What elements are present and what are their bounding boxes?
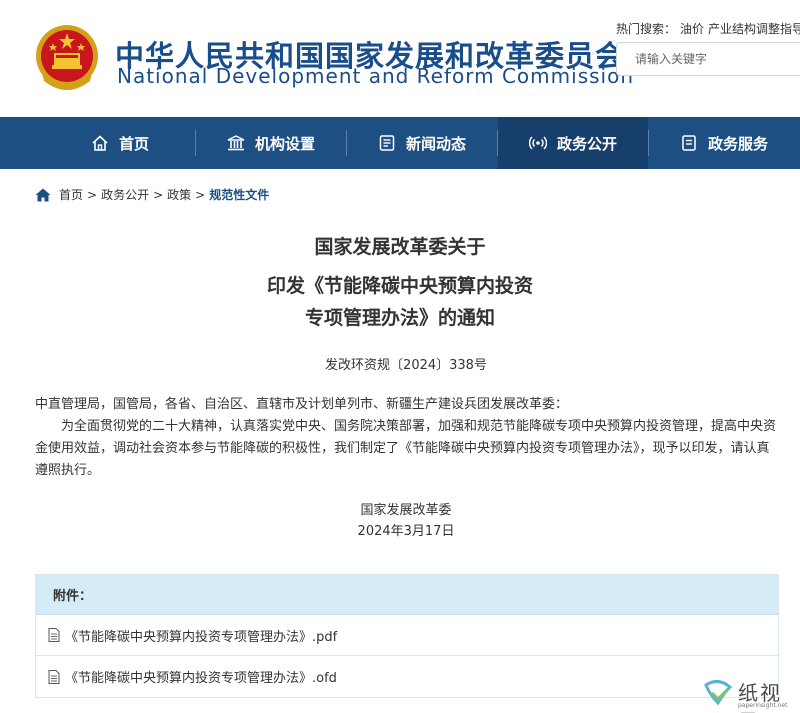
signature-organization: 国家发展改革委 <box>360 503 452 518</box>
service-icon <box>682 135 696 151</box>
broadcast-icon <box>528 136 547 150</box>
breadcrumb-separator: > <box>87 187 98 202</box>
breadcrumb-current[interactable]: 规范性文件 <box>209 186 269 203</box>
nav-label: 机构设置 <box>254 134 315 153</box>
recipients-paragraph: 中直管理局，国管局，各省、自治区、直辖市及计划单列市、新疆生产建设兵团发展改革委… <box>35 397 569 412</box>
national-emblem-icon[interactable] <box>34 23 100 93</box>
institution-icon <box>227 135 245 151</box>
site-title-english: National Development and Reform Commissi… <box>117 64 634 88</box>
watermark-subtext: paperinsight.net <box>738 702 788 709</box>
document-icon <box>48 628 60 642</box>
nav-label: 政务服务 <box>707 134 768 153</box>
nav-item-home[interactable]: 首页 <box>45 117 195 169</box>
nav-item-news[interactable]: 新闻动态 <box>347 117 497 169</box>
breadcrumb-separator: > <box>195 187 206 202</box>
home-icon[interactable] <box>35 188 51 202</box>
hot-search: 热门搜索： 油价 产业结构调整指导 <box>616 20 800 37</box>
nav-label: 新闻动态 <box>405 134 466 153</box>
home-icon <box>92 135 108 151</box>
nav-label: 首页 <box>118 134 149 153</box>
breadcrumb-separator: > <box>153 187 164 202</box>
document-icon <box>48 669 60 684</box>
article-title-line: 印发《节能降碳中央预算内投资 <box>266 275 533 297</box>
attachment-link[interactable]: 《节能降碳中央预算内投资专项管理办法》.ofd <box>65 667 337 686</box>
attachment-row[interactable]: 《节能降碳中央预算内投资专项管理办法》.pdf <box>36 615 778 656</box>
nav-item-institution[interactable]: 机构设置 <box>196 117 346 169</box>
hot-search-link[interactable]: 油价 <box>680 22 704 36</box>
attachment-row[interactable]: 《节能降碳中央预算内投资专项管理办法》.ofd <box>36 656 778 697</box>
news-icon <box>379 135 395 151</box>
document-number: 发改环资规〔2024〕338号 <box>325 358 487 373</box>
hot-search-link[interactable]: 产业结构调整指导 <box>708 22 800 36</box>
article-body: 中直管理局，国管局，各省、自治区、直辖市及计划单列市、新疆生产建设兵团发展改革委… <box>35 394 780 482</box>
article-title-line: 国家发展改革委关于 <box>314 236 486 258</box>
hot-search-label: 热门搜索： <box>616 22 677 36</box>
breadcrumb-link[interactable]: 政策 <box>167 186 191 203</box>
nav-label: 政务公开 <box>556 134 617 153</box>
attachment-link[interactable]: 《节能降碳中央预算内投资专项管理办法》.pdf <box>65 626 337 645</box>
body-paragraph: 为全面贯彻党的二十大精神，认真落实党中央、国务院决策部署，加强和规范节能降碳专项… <box>35 419 777 478</box>
signature-date: 2024年3月17日 <box>357 524 455 539</box>
nav-item-government-affairs[interactable]: 政务公开 <box>498 117 648 169</box>
watermark-logo-icon <box>704 680 733 706</box>
search-input[interactable] <box>617 43 800 75</box>
nav-item-government-services[interactable]: 政务服务 <box>649 117 799 169</box>
watermark: 纸视界 paperinsight.net <box>702 677 800 713</box>
site-header: 中华人民共和国国家发展和改革委员会 National Development a… <box>0 0 800 117</box>
breadcrumb-link[interactable]: 政务公开 <box>101 186 149 203</box>
article-title-line: 专项管理办法》的通知 <box>304 307 495 329</box>
main-nav: 首页 机构设置 新闻动态 政务公开 政务服务 <box>0 117 800 169</box>
breadcrumb: 首页 > 政务公开 > 政策 > 规范性文件 <box>35 186 269 203</box>
search-box <box>616 42 800 76</box>
attachments-header: 附件： <box>36 575 778 615</box>
breadcrumb-link[interactable]: 首页 <box>59 186 83 203</box>
attachments-panel: 附件： 《节能降碳中央预算内投资专项管理办法》.pdf 《节能降碳中央预算内投资… <box>35 574 779 698</box>
